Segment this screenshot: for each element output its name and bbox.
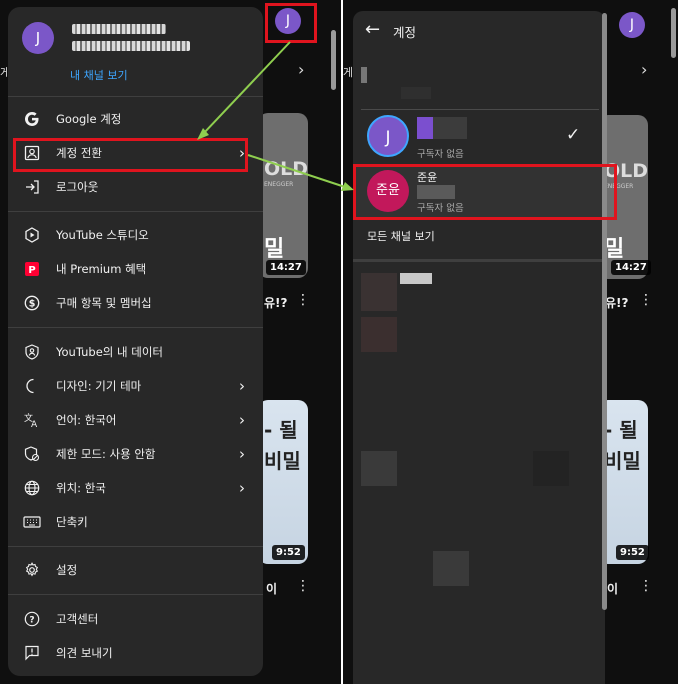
- annotation-arrows: [197, 41, 354, 191]
- arrow-switch-to-account: [247, 154, 346, 188]
- arrow-avatar-to-switch: [202, 41, 291, 135]
